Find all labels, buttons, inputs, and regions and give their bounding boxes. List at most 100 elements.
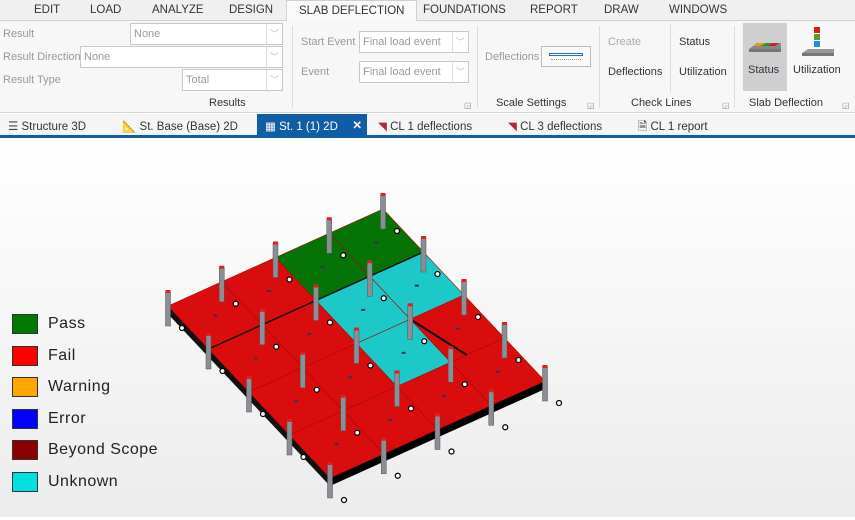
support-marker (286, 276, 293, 283)
slab-status-button[interactable]: Status (743, 23, 787, 91)
scale-settings-group-label: Scale Settings (496, 97, 567, 109)
divider (477, 26, 478, 108)
result-label: Result (3, 28, 35, 40)
column-top (273, 241, 278, 245)
event-dropdown[interactable]: Final load event ﹀ (359, 61, 469, 83)
dialog-launcher-icon[interactable]: ◲ (587, 101, 595, 110)
result-dropdown[interactable]: None ﹀ (130, 23, 283, 45)
tab-structure-3d[interactable]: ☰ Structure 3D (8, 114, 86, 138)
legend-item: Unknown (12, 471, 118, 492)
result-type-dropdown[interactable]: Total ﹀ (182, 69, 283, 91)
support-marker (421, 338, 428, 345)
tab-cl-1-report[interactable]: 🗎 CL 1 report (638, 114, 708, 138)
tab-st-1-2d[interactable]: ▦ St. 1 (1) 2D ✕ (257, 114, 367, 138)
results-group-label: Results (209, 97, 246, 109)
menu-draw[interactable]: DRAW (604, 4, 639, 16)
cell-marker (294, 400, 299, 403)
column (394, 372, 400, 407)
legend-swatch (12, 377, 38, 397)
event-value: Final load event (363, 66, 441, 78)
result-type-value: Total (186, 74, 210, 86)
utilization-icon (802, 27, 834, 56)
menu-edit[interactable]: EDIT (34, 4, 60, 16)
column-top (165, 290, 171, 293)
deflections-scale-label: Deflections (485, 51, 540, 63)
column (448, 348, 454, 383)
tab-cl-3-deflections[interactable]: ◥ CL 3 deflections (508, 114, 602, 138)
menu-analyze[interactable]: ANALYZE (152, 4, 204, 16)
support-marker (555, 399, 563, 407)
legend-swatch (12, 440, 38, 460)
column-top (340, 394, 346, 398)
menu-report[interactable]: REPORT (530, 4, 578, 16)
support-marker (340, 252, 347, 259)
legend-label: Fail (48, 346, 76, 364)
divider (670, 24, 671, 92)
start-event-dropdown[interactable]: Final load event ﹀ (359, 31, 469, 53)
legend-swatch (12, 471, 38, 492)
scale-ticks (551, 59, 581, 60)
close-icon[interactable]: ✕ (352, 118, 362, 132)
dialog-launcher-icon[interactable]: ◲ (464, 101, 472, 110)
cell-marker (334, 443, 339, 446)
deflections-button[interactable]: Deflections (608, 66, 662, 78)
event-label: Event (301, 66, 330, 78)
column (205, 334, 212, 370)
document-tabs: ☰ Structure 3D 📐 St. Base (Base) 2D ▦ St… (0, 114, 855, 138)
cell-marker (361, 308, 366, 311)
support-marker (354, 429, 361, 436)
menu-slab-deflection[interactable]: SLAB DEFLECTION (286, 0, 418, 22)
chevron-down-icon: ﹀ (266, 47, 282, 67)
legend-swatch (12, 345, 38, 366)
divider (292, 26, 293, 108)
tab-label: St. Base (Base) 2D (139, 121, 238, 133)
drafting-icon: 📐 (122, 121, 137, 133)
support-marker (393, 227, 401, 235)
tab-st-base-2d[interactable]: 📐 St. Base (Base) 2D (122, 114, 238, 138)
slab-model[interactable] (0, 138, 855, 517)
ribbon: Result None ﹀ Result Direction None ﹀ Resu… (0, 21, 855, 113)
legend-item: Error (12, 408, 87, 429)
tab-label: St. 1 (1) 2D (279, 121, 338, 133)
column-top (354, 327, 359, 331)
cell-marker (388, 419, 393, 422)
check-lines-status-button[interactable]: Status (679, 36, 710, 48)
support-marker (407, 405, 415, 412)
menu-windows[interactable]: WINDOWS (669, 4, 727, 16)
start-event-value: Final load event (363, 36, 441, 48)
column (272, 243, 279, 278)
column-top (435, 413, 440, 417)
column-top (421, 236, 426, 239)
column (488, 391, 494, 426)
column-top (407, 303, 413, 307)
support-marker (259, 410, 267, 418)
cell-marker (320, 265, 325, 268)
support-marker (300, 453, 307, 461)
support-marker (313, 386, 320, 393)
column-top (206, 333, 211, 336)
chevron-down-icon: ﹀ (266, 24, 282, 44)
slab-utilization-button[interactable]: Utilization (790, 23, 846, 91)
column (165, 291, 171, 327)
result-direction-label: Result Direction (3, 51, 81, 63)
column (542, 366, 548, 402)
result-type-label: Result Type (3, 74, 61, 86)
dialog-launcher-icon[interactable]: ◲ (722, 101, 730, 110)
result-direction-dropdown[interactable]: None ﹀ (80, 46, 283, 68)
slab-3d-viewport[interactable]: Pass Fail Warning Error Beyond Scope Unknown (0, 138, 855, 517)
column-top (380, 193, 386, 196)
scale-bar-icon (549, 53, 583, 56)
deflection-scale-slider[interactable] (541, 46, 591, 67)
check-lines-utilization-button[interactable]: Utilization (679, 66, 727, 78)
legend-label: Pass (48, 315, 86, 332)
tab-cl-1-deflections[interactable]: ◥ CL 1 deflections (378, 114, 472, 138)
create-button[interactable]: Create (608, 36, 641, 48)
legend-label: Error (48, 409, 87, 427)
dialog-launcher-icon[interactable]: ◲ (842, 101, 850, 110)
menu-foundations[interactable]: FOUNDATIONS (423, 4, 506, 16)
cell-marker (495, 370, 500, 373)
support-marker (448, 448, 455, 455)
support-marker (380, 295, 387, 302)
menu-load[interactable]: LOAD (90, 4, 121, 16)
menu-design[interactable]: DESIGN (229, 4, 273, 16)
